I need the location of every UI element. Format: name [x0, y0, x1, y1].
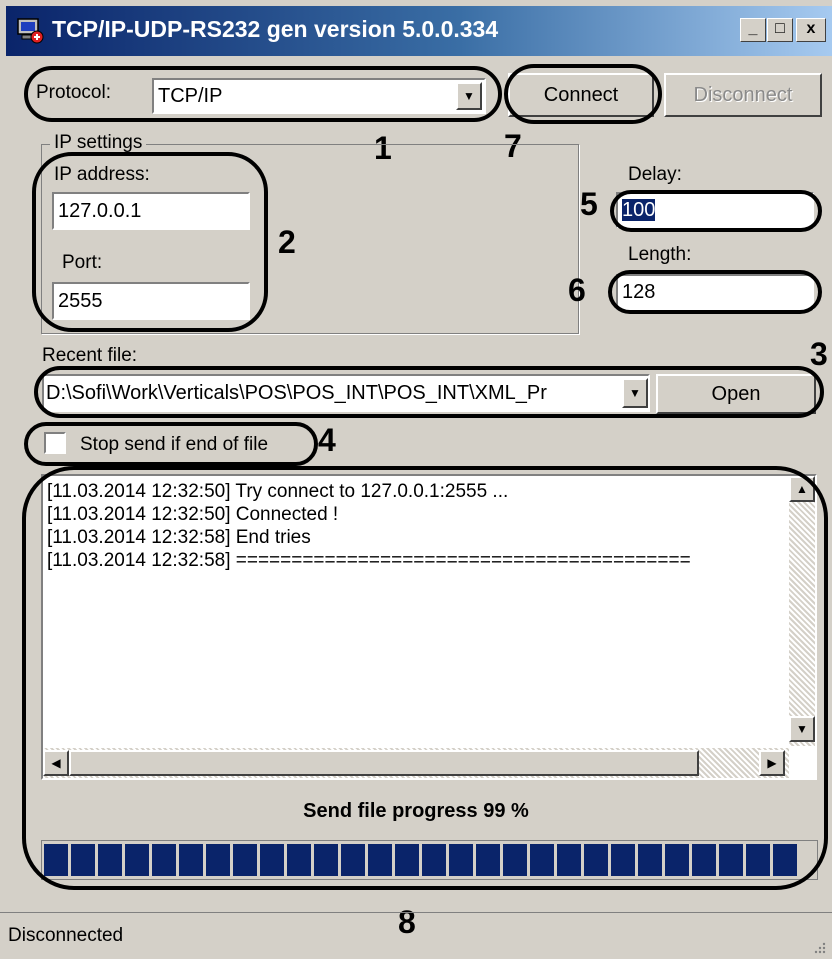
callout-number-5: 5 — [580, 186, 598, 222]
title-bar[interactable]: TCP/IP-UDP-RS232 gen version 5.0.0.334 _… — [6, 6, 832, 56]
recent-file-select[interactable]: D:\Sofi\Work\Verticals\POS\POS_INT\POS_I… — [42, 374, 650, 412]
minimize-button[interactable]: _ — [740, 18, 766, 42]
log-line: [11.03.2014 12:32:50] Connected ! — [47, 504, 339, 525]
progress-block — [476, 844, 500, 876]
progress-block — [557, 844, 581, 876]
progress-block — [71, 844, 95, 876]
progress-block — [719, 844, 743, 876]
protocol-dropdown-arrow-icon[interactable]: ▼ — [456, 82, 482, 110]
horizontal-scrollbar[interactable]: ◀ ▶ — [43, 748, 789, 778]
progress-block — [584, 844, 608, 876]
ip-address-label: IP address: — [54, 164, 150, 185]
recent-file-dropdown-arrow-icon[interactable]: ▼ — [622, 378, 648, 408]
open-button[interactable]: Open — [656, 374, 816, 414]
connect-button[interactable]: Connect — [508, 73, 654, 117]
app-window: TCP/IP-UDP-RS232 gen version 5.0.0.334 _… — [0, 0, 832, 959]
progress-block — [44, 844, 68, 876]
progress-block — [260, 844, 284, 876]
ip-address-input[interactable]: 127.0.0.1 — [52, 192, 250, 230]
length-label: Length: — [628, 244, 692, 265]
progress-block — [368, 844, 392, 876]
resize-grip-icon[interactable] — [812, 940, 826, 954]
stop-send-checkbox[interactable] — [44, 432, 66, 454]
protocol-select[interactable]: TCP/IP — [152, 78, 486, 114]
progress-block — [125, 844, 149, 876]
callout-number-2: 2 — [278, 224, 296, 260]
length-input[interactable]: 128 — [616, 274, 814, 310]
recent-file-value: D:\Sofi\Work\Verticals\POS\POS_INT\POS_I… — [46, 382, 547, 404]
progress-block — [206, 844, 230, 876]
progress-block — [98, 844, 122, 876]
delay-label: Delay: — [628, 164, 682, 185]
app-icon — [17, 18, 44, 44]
log-panel[interactable]: [11.03.2014 12:32:50] Try connect to 127… — [41, 474, 817, 780]
vertical-scrollbar[interactable]: ▲ ▼ — [789, 476, 815, 746]
log-lines: [11.03.2014 12:32:50] Try connect to 127… — [45, 480, 781, 572]
log-line: [11.03.2014 12:32:58] End tries — [47, 527, 311, 548]
progress-block — [179, 844, 203, 876]
progress-block — [287, 844, 311, 876]
progress-block — [449, 844, 473, 876]
progress-label: Send file progress 99 % — [303, 800, 529, 822]
close-button[interactable]: x — [796, 18, 826, 42]
window-title: TCP/IP-UDP-RS232 gen version 5.0.0.334 — [52, 16, 499, 42]
log-line: [11.03.2014 12:32:50] Try connect to 127… — [47, 481, 509, 502]
progress-block — [611, 844, 635, 876]
delay-value: 100 — [622, 199, 656, 221]
horizontal-scroll-thumb[interactable] — [69, 750, 699, 776]
maximize-button[interactable]: □ — [767, 18, 793, 42]
protocol-value: TCP/IP — [158, 85, 223, 107]
disconnect-button[interactable]: Disconnect — [664, 73, 822, 117]
progress-block — [773, 844, 797, 876]
scroll-left-arrow-icon[interactable]: ◀ — [43, 750, 69, 776]
port-input[interactable]: 2555 — [52, 282, 250, 320]
progress-block — [692, 844, 716, 876]
progress-block — [503, 844, 527, 876]
progress-block — [233, 844, 257, 876]
send-file-progress-bar — [41, 840, 818, 880]
delay-input[interactable]: 100 — [616, 192, 814, 228]
protocol-label: Protocol: — [36, 82, 111, 103]
progress-block — [638, 844, 662, 876]
callout-number-6: 6 — [568, 272, 586, 308]
log-line: [11.03.2014 12:32:58] ==================… — [47, 550, 691, 571]
port-label: Port: — [62, 252, 103, 273]
progress-blocks — [44, 844, 797, 876]
stop-send-label[interactable]: Stop send if end of file — [80, 434, 268, 456]
progress-block — [530, 844, 554, 876]
callout-number-3: 3 — [810, 336, 828, 372]
progress-block — [341, 844, 365, 876]
ip-settings-group-label: IP settings — [50, 132, 147, 154]
scroll-right-arrow-icon[interactable]: ▶ — [759, 750, 785, 776]
progress-block — [314, 844, 338, 876]
progress-block — [746, 844, 770, 876]
progress-block — [395, 844, 419, 876]
progress-block — [422, 844, 446, 876]
scroll-up-arrow-icon[interactable]: ▲ — [789, 476, 815, 502]
recent-file-label: Recent file: — [42, 345, 138, 366]
progress-block — [665, 844, 689, 876]
scroll-down-arrow-icon[interactable]: ▼ — [789, 716, 815, 742]
progress-block — [152, 844, 176, 876]
status-bar: Disconnected — [0, 912, 832, 959]
status-text: Disconnected — [8, 925, 124, 946]
callout-number-4: 4 — [318, 422, 336, 458]
